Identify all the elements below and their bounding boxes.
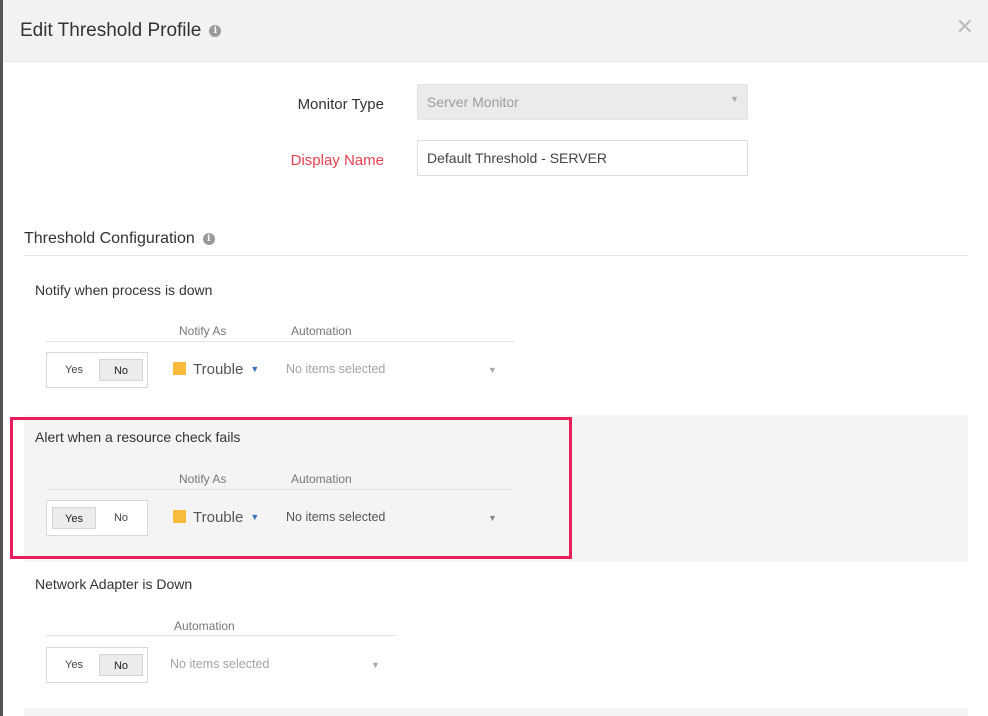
rule-title: Network Adapter is Down bbox=[35, 576, 193, 592]
chevron-down-icon[interactable]: ▼ bbox=[371, 660, 380, 670]
rule-network-adapter-down: Network Adapter is Down Automation Yes N… bbox=[24, 562, 968, 708]
chevron-down-icon: ▼ bbox=[730, 94, 739, 104]
chevron-down-icon[interactable]: ▼ bbox=[488, 365, 497, 375]
automation-select[interactable]: No items selected bbox=[286, 362, 385, 376]
yes-no-toggle: Yes No bbox=[46, 647, 148, 683]
next-rule-block bbox=[24, 708, 968, 716]
automation-header: Automation bbox=[174, 619, 235, 633]
column-header-line bbox=[46, 635, 396, 636]
close-icon[interactable]: ✕ bbox=[956, 16, 974, 38]
automation-select[interactable]: No items selected bbox=[170, 657, 269, 671]
yes-option[interactable]: Yes bbox=[52, 359, 96, 381]
yes-option[interactable]: Yes bbox=[52, 654, 96, 676]
threshold-config-title: Threshold Configuration i bbox=[24, 230, 215, 248]
dialog-header: Edit Threshold Profile i ✕ bbox=[3, 0, 988, 62]
display-name-label: Display Name bbox=[290, 152, 384, 169]
severity-color-swatch bbox=[173, 362, 186, 375]
notify-as-header: Notify As bbox=[179, 324, 227, 338]
severity-dropdown[interactable]: Trouble ▼ bbox=[173, 361, 259, 378]
caret-down-icon: ▼ bbox=[250, 364, 260, 374]
info-icon[interactable]: i bbox=[202, 232, 215, 245]
rule-process-down: Notify when process is down Notify As Au… bbox=[24, 270, 968, 410]
no-option[interactable]: No bbox=[99, 654, 143, 676]
rule-title: Notify when process is down bbox=[35, 282, 213, 298]
display-name-input[interactable] bbox=[417, 140, 748, 176]
info-icon[interactable]: i bbox=[209, 24, 222, 37]
automation-header: Automation bbox=[291, 324, 352, 338]
no-option[interactable]: No bbox=[99, 359, 143, 381]
section-divider bbox=[24, 255, 968, 256]
window-left-edge bbox=[0, 0, 3, 716]
dialog-title: Edit Threshold Profile i bbox=[20, 20, 222, 42]
monitor-type-label: Monitor Type bbox=[297, 96, 384, 113]
monitor-type-value: Server Monitor bbox=[427, 94, 519, 110]
highlight-box bbox=[10, 417, 572, 559]
column-header-line bbox=[46, 341, 514, 342]
monitor-type-select[interactable]: Server Monitor ▼ bbox=[417, 84, 748, 120]
yes-no-toggle: Yes No bbox=[46, 352, 148, 388]
